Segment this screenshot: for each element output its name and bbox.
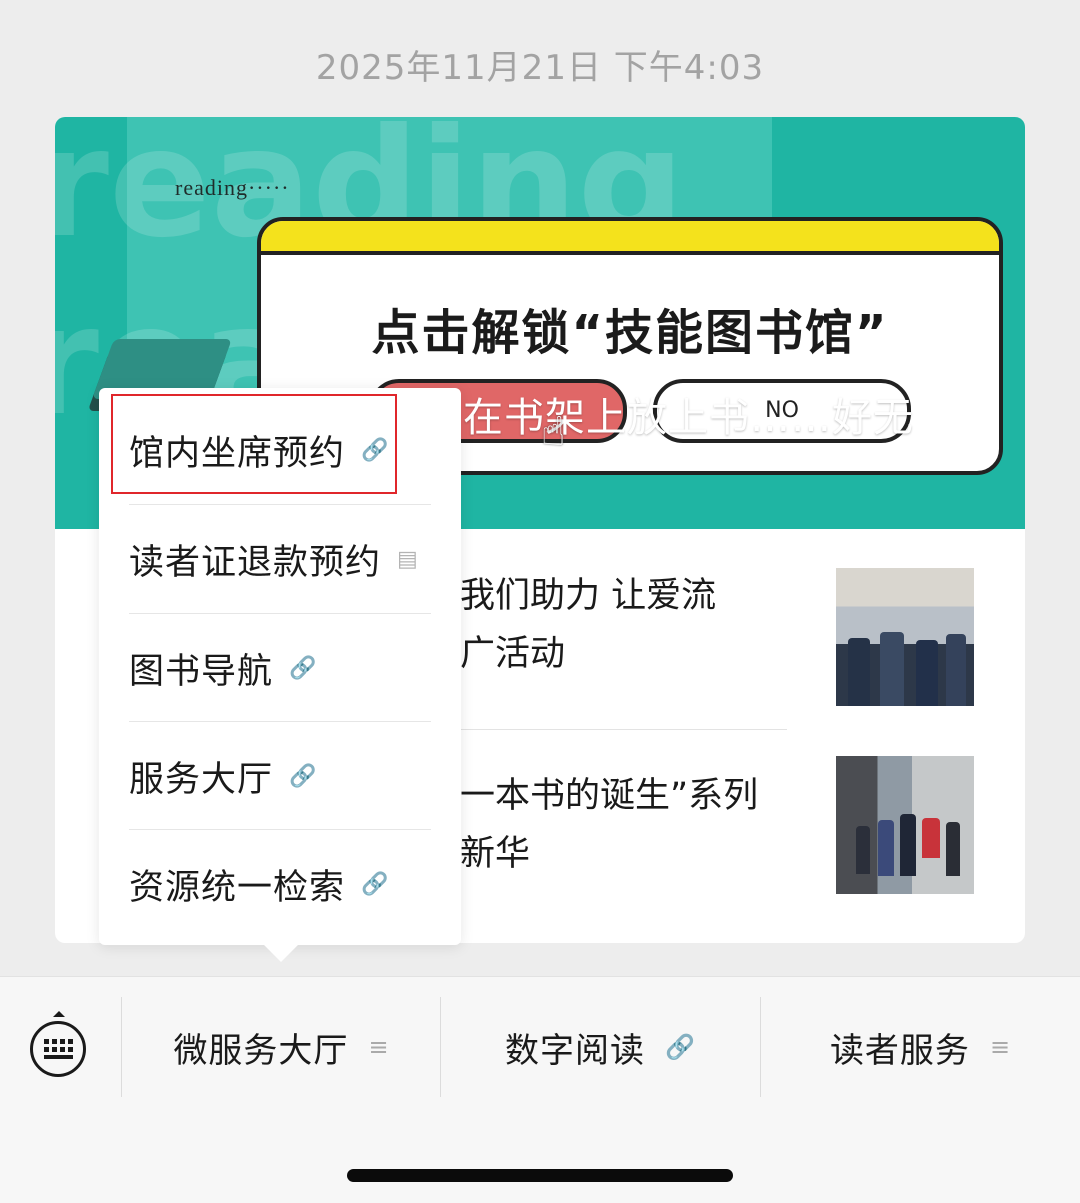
article-title: 一本书的诞生”系列 新华 — [460, 776, 759, 874]
menu-item-refund-reservation[interactable]: 读者证退款预约 ▤ — [129, 505, 431, 613]
highlight-annotation-box — [111, 394, 397, 494]
banner-overlay-text: 在书架上放上书……好无 — [463, 395, 914, 441]
tab-micro-service-hall[interactable]: 微服务大厅 ≡ — [122, 997, 440, 1097]
keyboard-toggle-icon[interactable] — [30, 1021, 86, 1077]
menu-item-book-navigation[interactable]: 图书导航 🔗 — [129, 614, 431, 722]
menu-item-service-hall[interactable]: 服务大厅 🔗 — [129, 722, 431, 830]
home-indicator — [347, 1169, 733, 1182]
menu-icon: ≡ — [368, 1033, 389, 1061]
menu-item-resource-search[interactable]: 资源统一检索 🔗 — [129, 830, 431, 938]
link-icon: 🔗 — [361, 871, 389, 897]
tab-digital-reading[interactable]: 数字阅读 🔗 — [441, 997, 759, 1097]
caret-up-icon — [53, 1011, 65, 1017]
article-icon: ▤ — [397, 546, 418, 572]
banner-small-text: reading····· — [175, 175, 290, 200]
link-icon: 🔗 — [289, 655, 317, 681]
dialog-topbar — [261, 221, 999, 255]
banner-headline: 点击解锁“技能图书馆” — [371, 305, 889, 361]
article-thumbnail — [836, 568, 974, 706]
tab-reader-services[interactable]: 读者服务 ≡ — [761, 997, 1079, 1097]
hand-cursor-icon: ☝ — [541, 409, 566, 455]
article-thumbnail — [836, 756, 974, 894]
link-icon: 🔗 — [665, 1033, 695, 1061]
message-timestamp: 2025年11月21日 下午4:03 — [315, 48, 765, 88]
link-icon: 🔗 — [289, 763, 317, 789]
menu-icon: ≡ — [989, 1033, 1011, 1061]
article-title: 我们助力 让爱流 广活动 — [460, 576, 717, 674]
